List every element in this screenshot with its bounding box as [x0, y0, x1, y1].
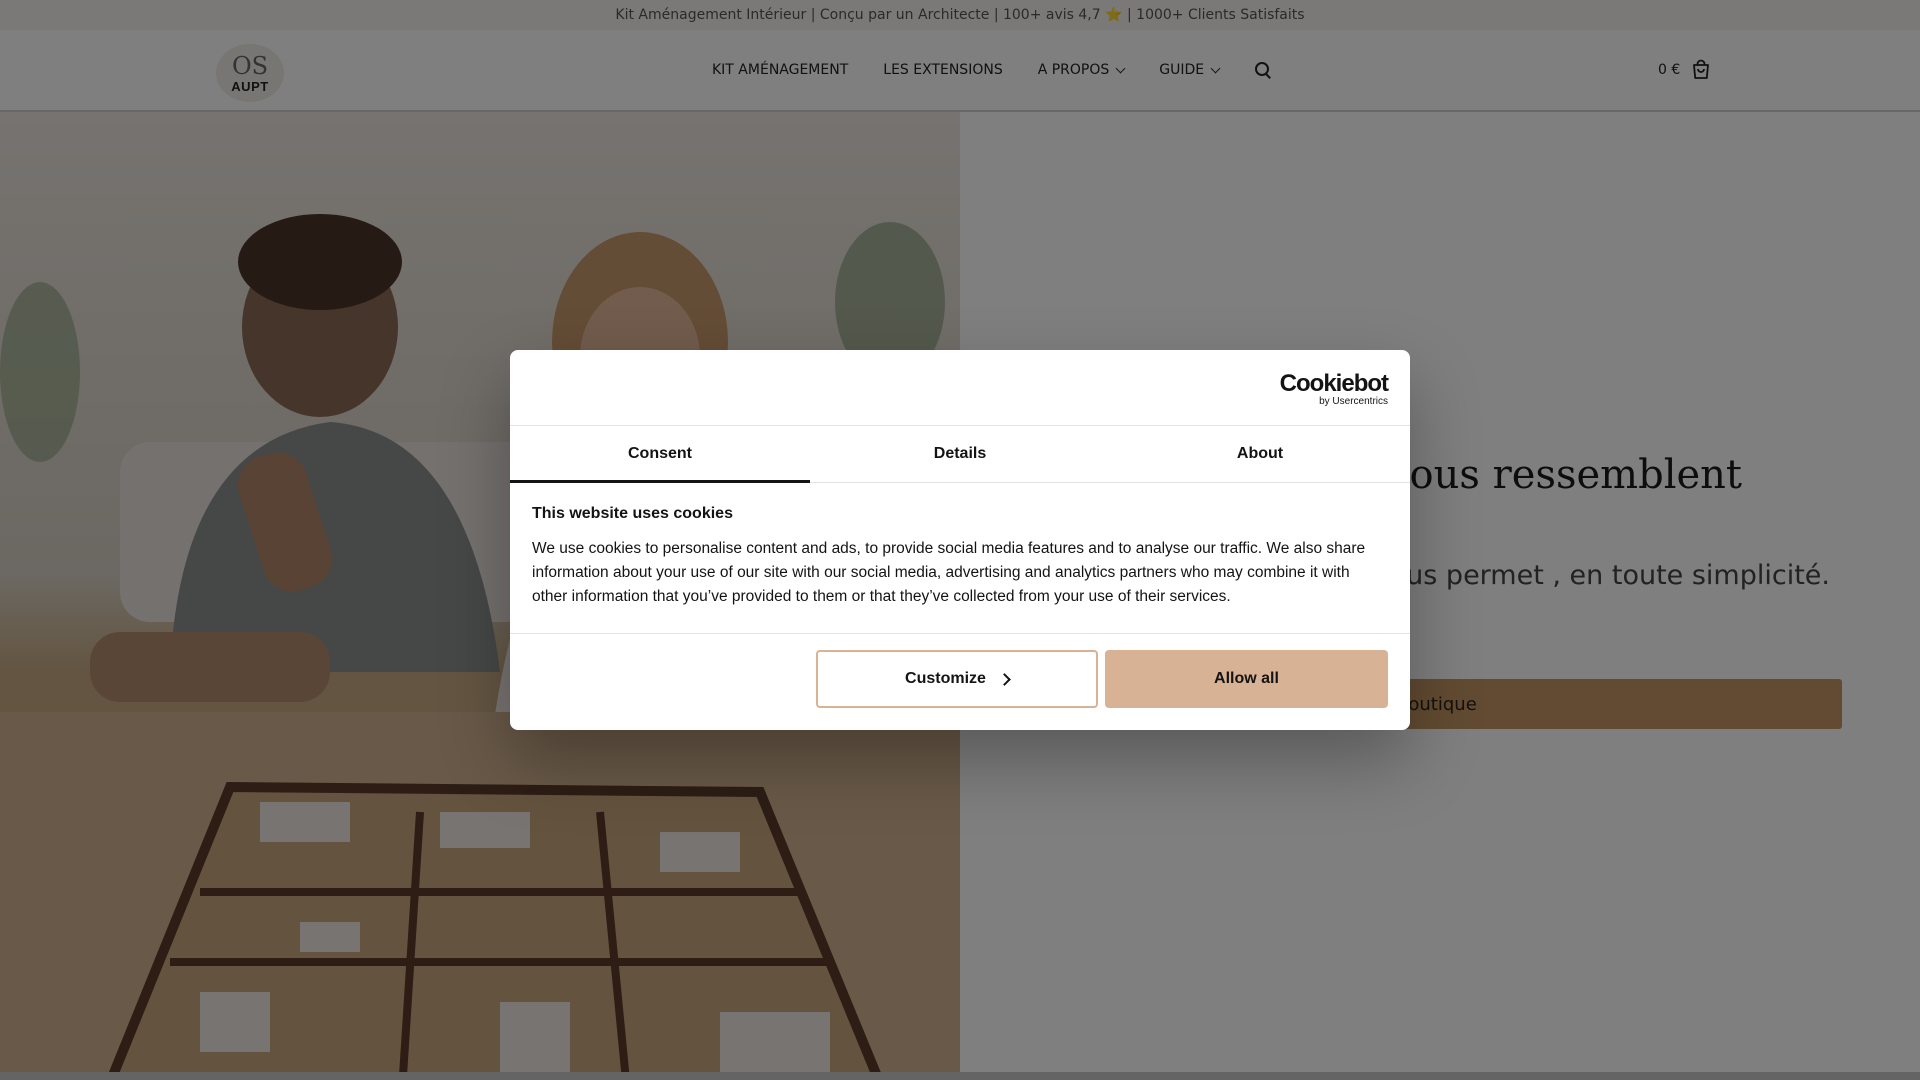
dialog-tabs: Consent Details About: [510, 426, 1410, 483]
allow-all-button[interactable]: Allow all: [1105, 650, 1388, 708]
tab-label: Consent: [628, 445, 692, 462]
cookiebot-brand-sub: by Usercentrics: [1319, 396, 1388, 407]
customize-button-label: Customize: [905, 670, 986, 687]
dialog-actions: Customize Allow all: [510, 634, 1410, 730]
dialog-heading: This website uses cookies: [532, 505, 733, 522]
cookiebot-logo[interactable]: Cookiebot by Usercentrics: [1279, 370, 1389, 407]
dialog-body: This website uses cookies We use cookies…: [510, 483, 1410, 634]
tab-label: Details: [933, 445, 987, 462]
cookie-consent-dialog: Cookiebot by Usercentrics Consent Detail…: [510, 350, 1410, 730]
tab-about[interactable]: About: [1110, 426, 1410, 482]
chevron-right-icon: [998, 672, 1011, 686]
cookiebot-brand: Cookiebot: [1279, 370, 1389, 397]
allow-all-button-label: Allow all: [1214, 670, 1279, 687]
tab-label: About: [1236, 445, 1284, 462]
tab-consent[interactable]: Consent: [510, 426, 810, 483]
customize-button[interactable]: Customize: [816, 650, 1098, 708]
tab-details[interactable]: Details: [810, 426, 1110, 482]
dialog-description: We use cookies to personalise content an…: [532, 540, 1366, 605]
dialog-header: Cookiebot by Usercentrics: [510, 350, 1410, 426]
